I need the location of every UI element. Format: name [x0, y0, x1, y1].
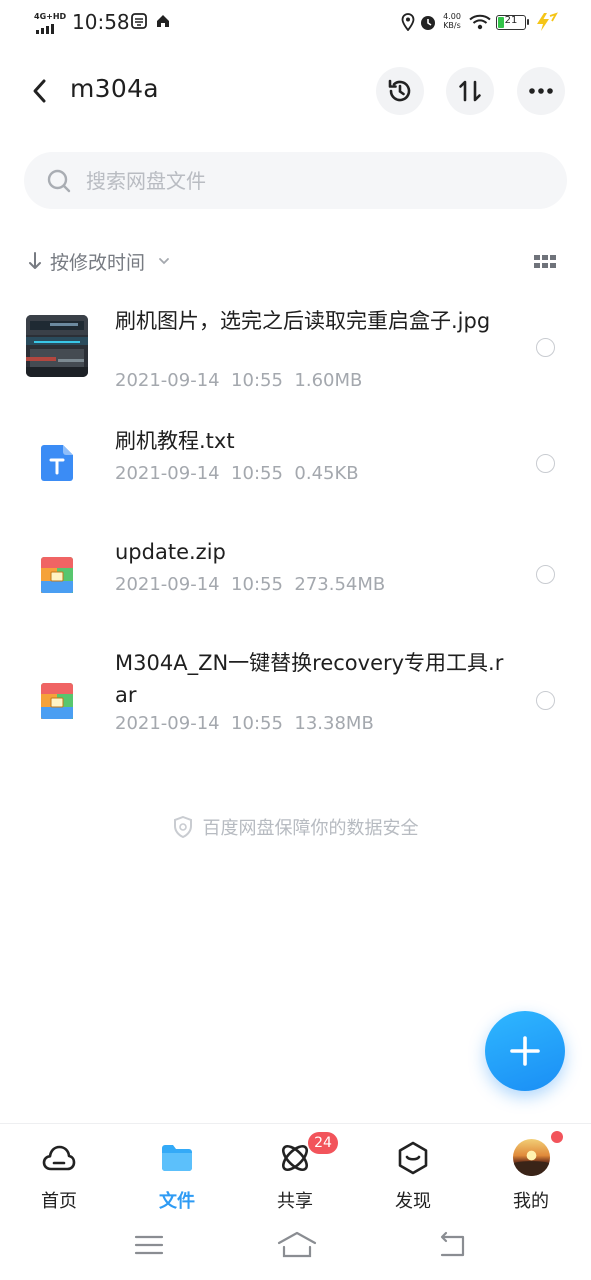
- search-icon: [47, 169, 71, 193]
- wifi-icon: [469, 14, 491, 30]
- status-bar: 4G+HD 10:58 4.00 KB/s 21: [0, 0, 591, 44]
- nav-profile[interactable]: 我的: [491, 1138, 571, 1216]
- file-date: 2021-09-14 10:55: [115, 574, 283, 595]
- safety-note: 百度网盘保障你的数据安全: [0, 814, 591, 840]
- select-checkbox[interactable]: [536, 691, 555, 710]
- header: m304a: [0, 60, 591, 122]
- select-checkbox[interactable]: [536, 454, 555, 473]
- home-icon[interactable]: [277, 1230, 317, 1260]
- nav-label: 共享: [277, 1191, 313, 1212]
- more-dots-icon: [529, 88, 553, 94]
- nav-label: 发现: [395, 1191, 431, 1212]
- cloud-home-icon: [42, 1145, 76, 1171]
- search-input[interactable]: [86, 162, 526, 199]
- file-row[interactable]: 刷机教程.txt 2021-09-14 10:55 0.45KB: [0, 419, 591, 503]
- file-date: 2021-09-14 10:55: [115, 370, 283, 391]
- back-nav-icon[interactable]: [436, 1230, 470, 1260]
- sort-label: 按修改时间: [50, 251, 146, 274]
- file-name: M304A_ZN一键替换recovery专用工具.rar: [115, 651, 504, 707]
- bottom-nav: 首页 文件 共享 发现 我的: [0, 1123, 591, 1223]
- sort-arrow-down-icon: [29, 252, 41, 269]
- search-bar[interactable]: [24, 152, 567, 209]
- file-meta: 2021-09-14 10:55 0.45KB: [115, 463, 359, 484]
- text-file-icon: [41, 445, 73, 481]
- nav-files[interactable]: 文件: [137, 1138, 217, 1216]
- shield-icon: [173, 816, 192, 838]
- notification-dot: [551, 1131, 563, 1143]
- file-meta: 2021-09-14 10:55 273.54MB: [115, 574, 385, 595]
- nav-label: 我的: [513, 1191, 549, 1212]
- file-name: 刷机图片，选完之后读取完重启盒子.jpg: [115, 309, 491, 333]
- add-button[interactable]: [485, 1011, 565, 1091]
- sort-row: 按修改时间: [0, 244, 591, 278]
- page-title: m304a: [70, 74, 159, 103]
- grid-view-icon[interactable]: [533, 252, 557, 272]
- notification-app-icon: [131, 13, 147, 29]
- image-thumbnail: [26, 315, 88, 377]
- home-notification-icon: [157, 15, 169, 27]
- file-name: update.zip: [115, 540, 226, 564]
- transfer-arrows-icon: [459, 80, 481, 102]
- file-size: 273.54MB: [294, 574, 386, 595]
- archive-icon: [41, 557, 73, 593]
- battery-level: 21: [504, 15, 518, 26]
- speed-unit: KB/s: [443, 21, 461, 30]
- history-icon: [388, 79, 411, 102]
- file-date: 2021-09-14 10:55: [115, 713, 283, 734]
- avatar: [512, 1138, 551, 1177]
- sort-button[interactable]: 按修改时间: [28, 244, 171, 278]
- system-nav-bar: [0, 1228, 591, 1280]
- speed-value: 4.00: [443, 12, 461, 21]
- folder-icon: [162, 1145, 192, 1171]
- discover-box-icon: [398, 1141, 428, 1175]
- menu-icon[interactable]: [132, 1230, 166, 1260]
- signal-icon: 4G+HD: [34, 12, 68, 34]
- clock: 10:58: [72, 10, 130, 34]
- location-icon: [401, 13, 415, 31]
- nav-discover[interactable]: 发现: [373, 1138, 453, 1216]
- network-type: 4G+HD: [34, 12, 67, 21]
- file-size: 0.45KB: [294, 463, 359, 484]
- safety-note-text: 百度网盘保障你的数据安全: [202, 818, 419, 839]
- chevron-left-icon: [33, 79, 46, 103]
- select-checkbox[interactable]: [536, 565, 555, 584]
- file-size: 1.60MB: [294, 370, 363, 391]
- file-row[interactable]: update.zip 2021-09-14 10:55 273.54MB: [0, 530, 591, 614]
- nav-home[interactable]: 首页: [19, 1138, 99, 1216]
- chevron-down-icon: [159, 258, 169, 265]
- charging-icon: [537, 12, 558, 31]
- archive-icon: [41, 683, 73, 719]
- network-speed: 4.00 KB/s: [440, 12, 464, 30]
- file-row[interactable]: M304A_ZN一键替换recovery专用工具.rar 2021-09-14 …: [0, 644, 591, 754]
- history-button[interactable]: [376, 67, 424, 115]
- nav-label: 首页: [41, 1191, 77, 1212]
- battery-icon: 21: [496, 15, 529, 30]
- file-row[interactable]: 刷机图片，选完之后读取完重启盒子.jpg 2021-09-14 10:55 1.…: [0, 292, 591, 402]
- transfer-button[interactable]: [446, 67, 494, 115]
- plus-icon: [510, 1036, 540, 1066]
- nav-label: 文件: [159, 1191, 195, 1212]
- more-button[interactable]: [517, 67, 565, 115]
- share-badge: 24: [308, 1132, 338, 1154]
- file-size: 13.38MB: [294, 713, 374, 734]
- file-meta: 2021-09-14 10:55 13.38MB: [115, 713, 374, 734]
- file-name: 刷机教程.txt: [115, 429, 235, 453]
- select-checkbox[interactable]: [536, 338, 555, 357]
- back-button[interactable]: [22, 74, 56, 108]
- file-date: 2021-09-14 10:55: [115, 463, 283, 484]
- file-meta: 2021-09-14 10:55 1.60MB: [115, 370, 362, 391]
- alarm-icon: [421, 16, 435, 30]
